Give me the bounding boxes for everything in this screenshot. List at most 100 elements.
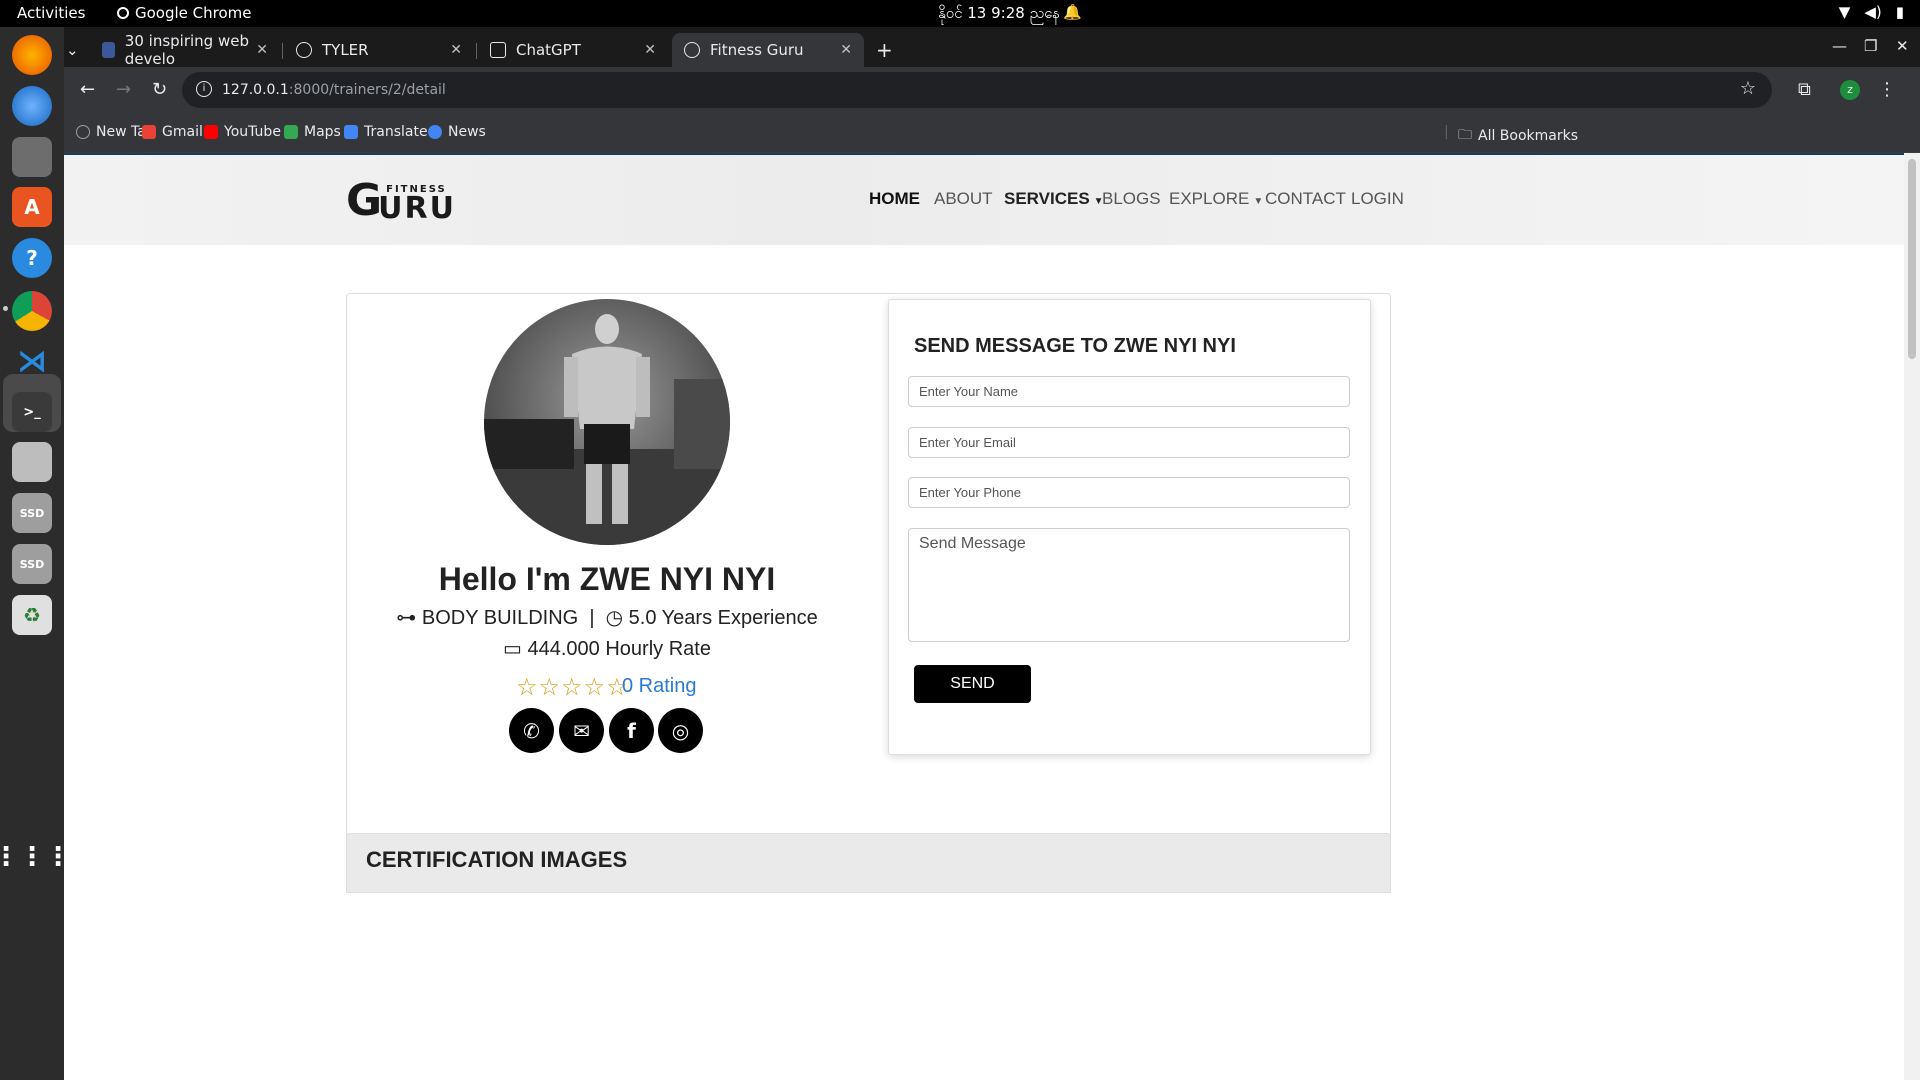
bookmarks-bar: New Tab Gmail YouTube Maps Translate New… bbox=[64, 113, 1920, 153]
phone-icon: ✆ bbox=[523, 718, 540, 743]
url-host: 127.0.0.1 bbox=[222, 82, 289, 98]
url-path: :8000/trainers/2/detail bbox=[288, 82, 446, 98]
clock[interactable]: နိုဝင် 13 9:28 ညနေ bbox=[938, 4, 1060, 26]
app-menu[interactable]: Google Chrome bbox=[117, 4, 252, 22]
reload-icon[interactable]: ↻ bbox=[152, 79, 167, 100]
system-top-bar: Activities Google Chrome နိုဝင် 13 9:28 … bbox=[0, 0, 1920, 27]
tab-2[interactable]: TYLER ✕ bbox=[284, 33, 474, 67]
instagram-icon: ◎ bbox=[671, 718, 690, 743]
tab-label: 30 inspiring web develo bbox=[124, 32, 249, 68]
name-input[interactable] bbox=[908, 376, 1350, 407]
maps-icon bbox=[284, 125, 298, 139]
app-center-icon[interactable]: A bbox=[12, 187, 52, 227]
close-tab-icon[interactable]: ✕ bbox=[256, 42, 268, 58]
trainer-heading: Hello I'm ZWE NYI NYI bbox=[438, 561, 776, 597]
profile-avatar[interactable]: z bbox=[1840, 80, 1860, 100]
volume-icon: ◀) bbox=[1864, 3, 1882, 21]
tab-label: TYLER bbox=[322, 41, 369, 59]
site-header: G FITNESS URU HOME ABOUT SERVICES ▼ BLOGS… bbox=[64, 153, 1904, 245]
bookmark-star-icon[interactable]: ☆ bbox=[1740, 78, 1756, 99]
dock: A ? ⋊ >_ SSD SSD ♻ ⋮⋮⋮ bbox=[0, 27, 71, 1080]
nav-contact[interactable]: CONTACT bbox=[1265, 189, 1346, 209]
trainer-photo-figure bbox=[484, 314, 730, 545]
running-indicator bbox=[3, 306, 8, 311]
page-scrollbar[interactable] bbox=[1904, 153, 1920, 1080]
chevron-down-icon: ⌄ bbox=[66, 41, 79, 59]
nav-home[interactable]: HOME bbox=[869, 189, 920, 209]
tab-4-active[interactable]: Fitness Guru ✕ bbox=[672, 33, 864, 67]
close-tab-icon[interactable]: ✕ bbox=[840, 42, 852, 58]
new-tab-button[interactable]: + bbox=[864, 33, 905, 67]
bookmark-gmail[interactable]: Gmail bbox=[142, 124, 203, 140]
chrome-menu-icon[interactable]: ⋮ bbox=[1878, 79, 1896, 100]
envelope-icon: ✉ bbox=[573, 718, 590, 743]
thunderbird-icon[interactable] bbox=[12, 86, 52, 126]
tab-3[interactable]: ChatGPT ✕ bbox=[478, 33, 668, 67]
help-icon[interactable]: ? bbox=[12, 238, 52, 278]
send-button[interactable]: SEND bbox=[914, 665, 1031, 703]
restore-icon[interactable]: ❐ bbox=[1864, 37, 1877, 55]
files-icon[interactable] bbox=[12, 137, 52, 177]
wifi-icon: ▼ bbox=[1838, 3, 1851, 21]
all-bookmarks-button[interactable]: 🗀 All Bookmarks bbox=[1458, 124, 1578, 148]
tab-1[interactable]: 30 inspiring web develo ✕ bbox=[90, 32, 280, 68]
terminal-icon[interactable]: >_ bbox=[12, 392, 52, 432]
chrome-dock-icon[interactable] bbox=[12, 291, 52, 331]
scroll-thumb[interactable] bbox=[1908, 159, 1916, 359]
notification-bell-icon[interactable]: 🔔 bbox=[1063, 3, 1082, 21]
site-info-icon[interactable]: i bbox=[196, 81, 212, 97]
system-tray[interactable]: ▼ ◀) ▮ bbox=[1839, 3, 1904, 21]
trainer-specialty-line: ⊶ BODY BUILDING | ◷ 5.0 Years Experience bbox=[396, 607, 818, 629]
close-tab-icon[interactable]: ✕ bbox=[450, 42, 462, 58]
nav-services[interactable]: SERVICES ▼ bbox=[1004, 189, 1104, 209]
phone-button[interactable]: ✆ bbox=[509, 708, 554, 753]
text-editor-icon[interactable] bbox=[12, 442, 52, 482]
instagram-button[interactable]: ◎ bbox=[658, 708, 703, 753]
firefox-icon[interactable] bbox=[12, 35, 52, 75]
phone-input[interactable] bbox=[908, 477, 1350, 508]
caret-down-icon: ▼ bbox=[1253, 196, 1264, 207]
tab-search-button[interactable]: ⌄ bbox=[60, 33, 88, 67]
tab-favicon-icon bbox=[102, 42, 115, 58]
facebook-button[interactable]: f bbox=[609, 708, 654, 753]
message-textarea[interactable] bbox=[908, 528, 1350, 642]
ssd-drive-icon[interactable]: SSD bbox=[12, 493, 52, 533]
extensions-icon[interactable]: ⧉ bbox=[1798, 79, 1811, 100]
browser-window: ⌄ 30 inspiring web develo ✕ TYLER ✕ Chat… bbox=[64, 27, 1920, 153]
back-icon[interactable]: ← bbox=[80, 79, 95, 100]
bookmark-maps[interactable]: Maps bbox=[284, 124, 341, 140]
email-input[interactable] bbox=[908, 427, 1350, 458]
address-bar[interactable]: i 127.0.0.1:8000/trainers/2/detail ☆ bbox=[182, 72, 1772, 108]
bookmark-translate[interactable]: Translate bbox=[344, 124, 428, 140]
ssd-drive-icon-2[interactable]: SSD bbox=[12, 544, 52, 584]
activities-button[interactable]: Activities bbox=[17, 4, 85, 22]
app-name-label: Google Chrome bbox=[135, 4, 252, 22]
vscode-icon[interactable]: ⋊ bbox=[12, 341, 52, 381]
app-grid-icon[interactable]: ⋮⋮⋮ bbox=[0, 837, 71, 877]
nav-about[interactable]: ABOUT bbox=[934, 189, 993, 209]
forward-icon[interactable]: → bbox=[116, 79, 131, 100]
minimize-icon[interactable]: — bbox=[1832, 37, 1847, 55]
trash-icon[interactable]: ♻ bbox=[12, 595, 52, 635]
tab-label: ChatGPT bbox=[516, 41, 581, 59]
bookmark-news[interactable]: News bbox=[428, 124, 486, 140]
bookmark-youtube[interactable]: YouTube bbox=[204, 124, 281, 140]
site-logo[interactable]: G FITNESS URU bbox=[346, 179, 456, 224]
dumbbell-icon: ⊶ bbox=[396, 607, 417, 629]
battery-icon: ▮ bbox=[1895, 3, 1904, 21]
globe-icon bbox=[76, 125, 90, 139]
folder-icon: 🗀 bbox=[1458, 127, 1472, 143]
rating-link[interactable]: 0 Rating bbox=[622, 675, 697, 698]
globe-icon bbox=[684, 42, 700, 58]
close-tab-icon[interactable]: ✕ bbox=[644, 42, 656, 58]
clock-icon: ◷ bbox=[605, 607, 624, 629]
nav-explore[interactable]: EXPLORE ▼ bbox=[1169, 189, 1263, 209]
tab-strip: ⌄ 30 inspiring web develo ✕ TYLER ✕ Chat… bbox=[64, 27, 1920, 68]
close-window-icon[interactable]: ✕ bbox=[1896, 37, 1909, 55]
form-title: SEND MESSAGE TO ZWE NYI NYI bbox=[914, 335, 1236, 357]
nav-blogs[interactable]: BLOGS bbox=[1102, 189, 1161, 209]
email-button[interactable]: ✉ bbox=[559, 708, 604, 753]
money-icon: ▭ bbox=[503, 638, 522, 660]
trainer-rate-line: ▭ 444.000 Hourly Rate bbox=[503, 638, 711, 660]
nav-login[interactable]: LOGIN bbox=[1351, 189, 1404, 209]
